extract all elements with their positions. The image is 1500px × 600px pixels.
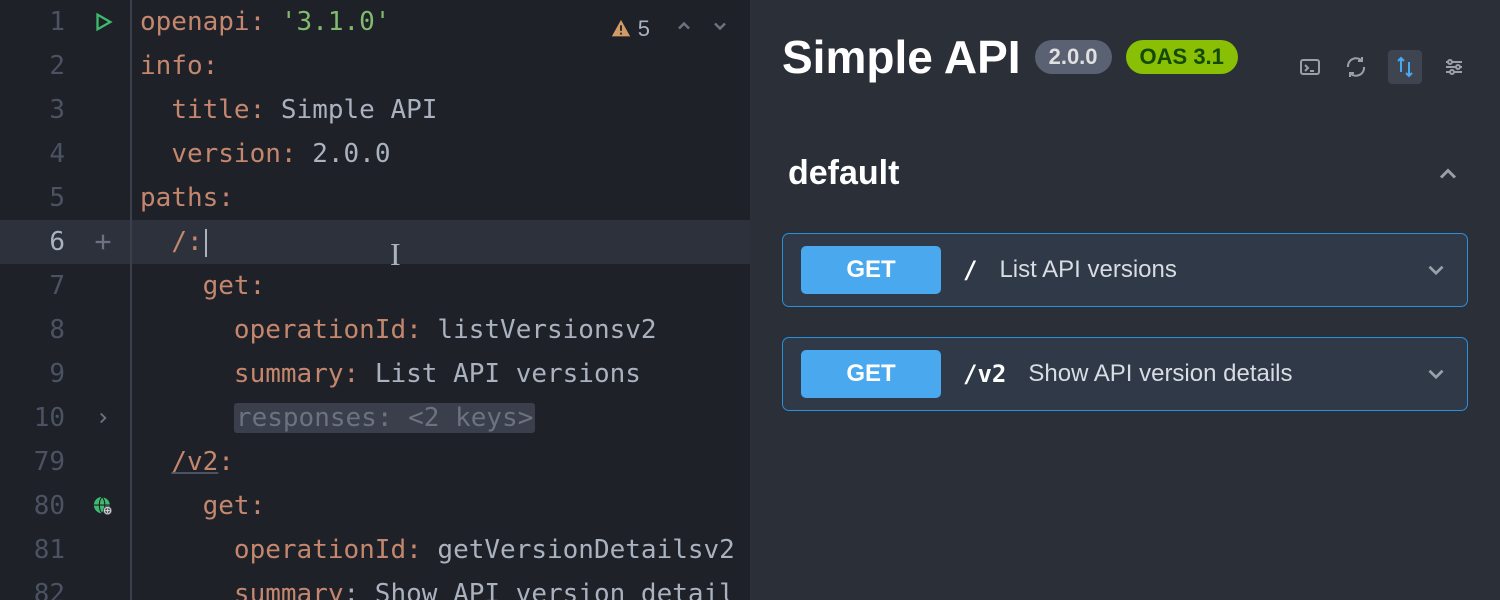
code-line[interactable]: 6 /:	[0, 220, 750, 264]
method-badge: GET	[801, 246, 941, 294]
line-number: 80	[0, 491, 75, 521]
nav-arrows	[674, 16, 730, 36]
line-number: 3	[0, 95, 75, 125]
preview-toolbar	[1296, 50, 1468, 84]
code-text: summary: List API versions	[130, 359, 750, 389]
section-header[interactable]: default	[782, 154, 1468, 193]
code-line[interactable]: 7 get:	[0, 264, 750, 308]
code-line[interactable]: 81 operationId: getVersionDetailsv2	[0, 528, 750, 572]
line-number: 9	[0, 359, 75, 389]
code-area[interactable]: 1 openapi: '3.1.0' 2 info: 3 title: Simple A…	[0, 0, 750, 600]
operation-row[interactable]: GET / List API versions	[782, 233, 1468, 307]
code-line[interactable]: 9 summary: List API versions	[0, 352, 750, 396]
code-text: /v2:	[130, 447, 750, 477]
line-number: 81	[0, 535, 75, 565]
line-number: 6	[0, 227, 75, 257]
settings-icon[interactable]	[1440, 53, 1468, 81]
code-line[interactable]: 80 get:	[0, 484, 750, 528]
operation-path: /v2	[963, 360, 1006, 388]
code-text: version: 2.0.0	[130, 139, 750, 169]
code-line[interactable]: 5 paths:	[0, 176, 750, 220]
line-number: 1	[0, 7, 75, 37]
line-number: 7	[0, 271, 75, 301]
api-title: Simple API	[782, 30, 1021, 84]
next-icon[interactable]	[710, 16, 730, 36]
console-icon[interactable]	[1296, 53, 1324, 81]
code-text: operationId: getVersionDetailsv2	[130, 535, 750, 565]
line-number: 79	[0, 447, 75, 477]
code-line[interactable]: 79 /v2:	[0, 440, 750, 484]
version-pill: 2.0.0	[1035, 40, 1112, 74]
code-text: openapi: '3.1.0'	[130, 7, 750, 37]
operation-row[interactable]: GET/v2 Show API version details	[782, 337, 1468, 411]
code-text: info:	[130, 51, 750, 81]
refresh-icon[interactable]	[1342, 53, 1370, 81]
warnings-badge[interactable]: 5	[610, 16, 650, 42]
operation-summary: List API versions	[999, 256, 1176, 284]
code-text: get:	[130, 271, 750, 301]
code-line[interactable]: 2 info:	[0, 44, 750, 88]
code-line[interactable]: 3 title: Simple API	[0, 88, 750, 132]
code-text: summary: Show API version detail	[130, 579, 750, 600]
line-number: 10	[0, 403, 75, 433]
chevron-down-icon[interactable]	[1423, 361, 1449, 387]
operations-list: GET / List API versions GET/v2 Show API vers…	[782, 233, 1468, 411]
operation-summary: Show API version details	[1028, 360, 1292, 388]
gutter-divider	[130, 0, 132, 600]
line-number: 5	[0, 183, 75, 213]
section-title: default	[788, 154, 899, 193]
method-badge: GET	[801, 350, 941, 398]
globe-icon[interactable]	[75, 495, 130, 517]
warning-icon	[610, 18, 632, 40]
code-text: title: Simple API	[130, 95, 750, 125]
code-text: paths:	[130, 183, 750, 213]
code-line[interactable]: 10 responses: <2 keys>	[0, 396, 750, 440]
prev-icon[interactable]	[674, 16, 694, 36]
fold-chevron-icon[interactable]	[75, 409, 130, 427]
add-icon[interactable]	[75, 231, 130, 253]
chevron-up-icon[interactable]	[1434, 160, 1462, 188]
line-number: 2	[0, 51, 75, 81]
code-text: responses: <2 keys>	[130, 403, 750, 433]
code-text: get:	[130, 491, 750, 521]
text-cursor-icon: I	[390, 236, 401, 273]
line-number: 82	[0, 579, 75, 600]
line-number: 8	[0, 315, 75, 345]
run-icon[interactable]	[75, 11, 130, 33]
preview-pane: Simple API 2.0.0 OAS 3.1 default GET / Lis…	[750, 0, 1500, 600]
code-text: operationId: listVersionsv2	[130, 315, 750, 345]
operation-path: /	[963, 256, 977, 284]
editor-pane: 5 1 openapi: '3.1.0' 2 info: 3 title: Simple…	[0, 0, 750, 600]
warning-count: 5	[638, 16, 650, 42]
chevron-down-icon[interactable]	[1423, 257, 1449, 283]
line-number: 4	[0, 139, 75, 169]
code-line[interactable]: 4 version: 2.0.0	[0, 132, 750, 176]
code-line[interactable]: 8 operationId: listVersionsv2	[0, 308, 750, 352]
code-text: /:	[130, 227, 750, 257]
code-line[interactable]: 82 summary: Show API version detail	[0, 572, 750, 600]
oas-pill: OAS 3.1	[1126, 40, 1238, 74]
sync-icon[interactable]	[1388, 50, 1422, 84]
